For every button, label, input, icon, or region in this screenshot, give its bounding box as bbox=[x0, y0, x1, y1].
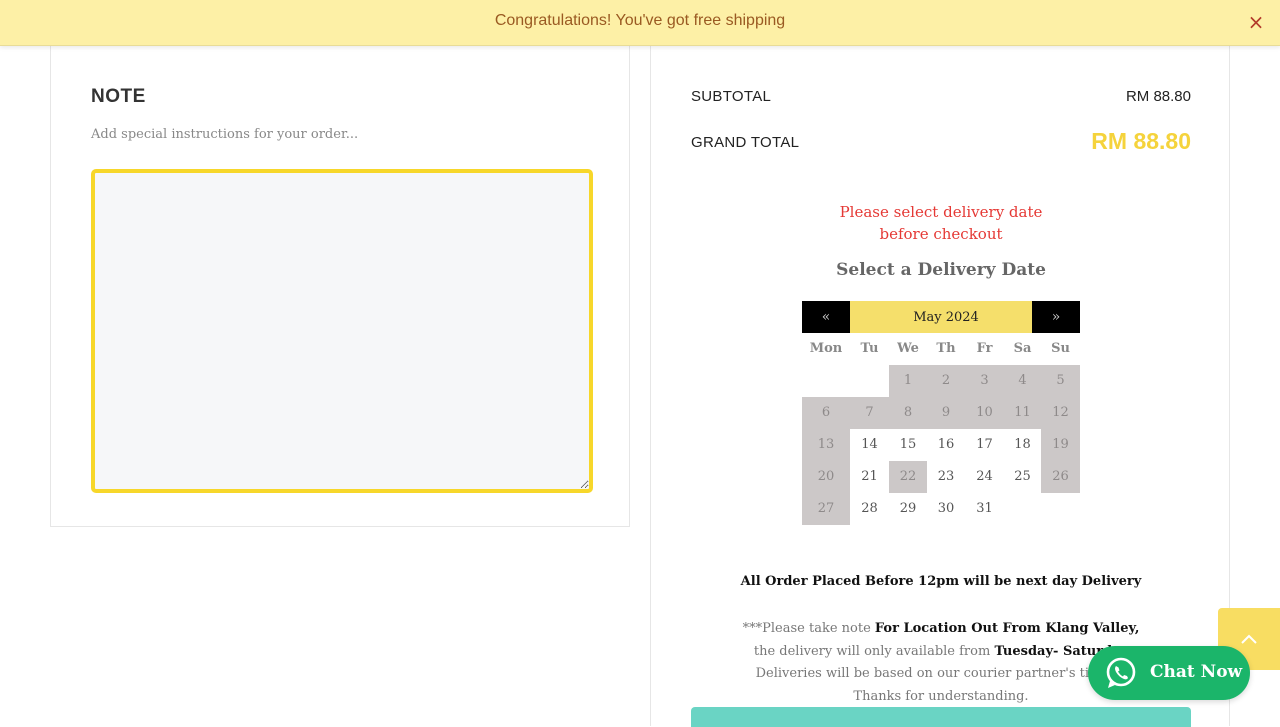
calendar-day-unavailable: 13 bbox=[802, 429, 850, 461]
calendar-day-unavailable: 27 bbox=[802, 493, 850, 525]
calendar-day-unavailable: 20 bbox=[802, 461, 850, 493]
chevron-up-icon bbox=[1241, 634, 1257, 644]
calendar-day-available[interactable]: 18 bbox=[1004, 429, 1041, 461]
calendar-weekday: Th bbox=[936, 341, 956, 356]
calendar-day-available[interactable]: 31 bbox=[965, 493, 1004, 525]
order-note-textarea[interactable] bbox=[91, 169, 593, 493]
checkout-button[interactable] bbox=[691, 707, 1191, 727]
info-line5: Thanks for understanding. bbox=[853, 688, 1029, 704]
calendar-day-unavailable: 12 bbox=[1041, 397, 1080, 429]
calendar-day-available[interactable]: 25 bbox=[1004, 461, 1041, 493]
subtotal-label: SUBTOTAL bbox=[691, 88, 772, 105]
calendar-weekday: We bbox=[897, 341, 919, 356]
info-line4: Deliveries will be based on our courier … bbox=[755, 666, 1127, 681]
calendar-day-unavailable: 8 bbox=[889, 397, 927, 429]
info-line2-prefix: ***Please take note bbox=[742, 621, 875, 636]
note-subtitle: Add special instructions for your order.… bbox=[91, 127, 359, 142]
calendar-day-available[interactable]: 16 bbox=[927, 429, 965, 461]
order-summary-panel: SUBTOTAL RM 88.80 GRAND TOTAL RM 88.80 P… bbox=[650, 46, 1230, 727]
calendar-day-unavailable: 4 bbox=[1004, 365, 1041, 397]
calendar-day-unavailable: 9 bbox=[927, 397, 965, 429]
close-icon[interactable]: × bbox=[1246, 10, 1266, 34]
calendar-weekday: Sa bbox=[1013, 341, 1032, 356]
calendar-prev-button[interactable]: « bbox=[802, 301, 850, 333]
note-title: NOTE bbox=[91, 86, 146, 107]
chat-now-button[interactable]: Chat Now bbox=[1088, 646, 1250, 700]
calendar-day-available[interactable]: 14 bbox=[850, 429, 889, 461]
banner-message: Congratulations! You've got free shippin… bbox=[494, 12, 786, 29]
calendar-day-unavailable: 6 bbox=[802, 397, 850, 429]
calendar-day-unavailable: 19 bbox=[1041, 429, 1080, 461]
info-line3-prefix: the delivery will only available from bbox=[753, 643, 995, 659]
grand-total-value: RM 88.80 bbox=[1091, 128, 1191, 154]
whatsapp-icon bbox=[1106, 657, 1136, 688]
calendar-weekday: Tu bbox=[860, 341, 879, 356]
delivery-date-warning: Please select delivery date before check… bbox=[839, 203, 1043, 243]
calendar-day-available[interactable]: 30 bbox=[927, 493, 965, 525]
calendar-day-unavailable: 11 bbox=[1004, 397, 1041, 429]
calendar-empty-cell bbox=[802, 365, 850, 397]
chat-now-label: Chat Now bbox=[1150, 662, 1243, 682]
info-line2-bold: For Location Out From Klang Valley, bbox=[874, 621, 1140, 636]
calendar-weekday: Mon bbox=[809, 341, 843, 356]
calendar-day-available[interactable]: 28 bbox=[850, 493, 889, 525]
calendar-weekday: Su bbox=[1051, 341, 1070, 356]
delivery-calendar: « May 2024 » Mon Tu We Th Fr Sa Su 1 2 3 4 5 6 7 8 9 10 1… bbox=[802, 301, 1080, 525]
grand-total-label: GRAND TOTAL bbox=[691, 134, 800, 151]
delivery-cutoff-note: All Order Placed Before 12pm will be nex… bbox=[740, 574, 1142, 589]
calendar-day-available[interactable]: 15 bbox=[889, 429, 927, 461]
calendar-day-available[interactable]: 21 bbox=[850, 461, 889, 493]
calendar-month: May 2024 bbox=[850, 301, 1042, 333]
calendar-day-unavailable: 10 bbox=[965, 397, 1004, 429]
note-panel: NOTE Add special instructions for your o… bbox=[50, 46, 630, 527]
calendar-day-available[interactable]: 23 bbox=[927, 461, 965, 493]
calendar-day-available[interactable]: 29 bbox=[889, 493, 927, 525]
calendar-header: « May 2024 » bbox=[802, 301, 1080, 333]
free-shipping-banner: Congratulations! You've got free shippin… bbox=[0, 0, 1280, 46]
calendar-day-unavailable: 1 bbox=[889, 365, 927, 397]
subtotal-value: RM 88.80 bbox=[1125, 88, 1191, 105]
calendar-weekday: Fr bbox=[976, 341, 993, 356]
delivery-date-title: Select a Delivery Date bbox=[836, 260, 1046, 280]
calendar-next-button[interactable]: » bbox=[1032, 301, 1080, 333]
calendar-day-unavailable: 7 bbox=[850, 397, 889, 429]
calendar-day-unavailable: 26 bbox=[1041, 461, 1080, 493]
calendar-day-available[interactable]: 24 bbox=[965, 461, 1004, 493]
calendar-empty-cell bbox=[850, 365, 889, 397]
calendar-day-unavailable: 22 bbox=[889, 461, 927, 493]
calendar-day-available[interactable]: 17 bbox=[965, 429, 1004, 461]
calendar-day-unavailable: 5 bbox=[1041, 365, 1080, 397]
calendar-day-unavailable: 3 bbox=[965, 365, 1004, 397]
calendar-grid: Mon Tu We Th Fr Sa Su 1 2 3 4 5 6 7 8 9 10 11 12 13 14 15 16 17… bbox=[802, 333, 1080, 525]
calendar-day-unavailable: 2 bbox=[927, 365, 965, 397]
